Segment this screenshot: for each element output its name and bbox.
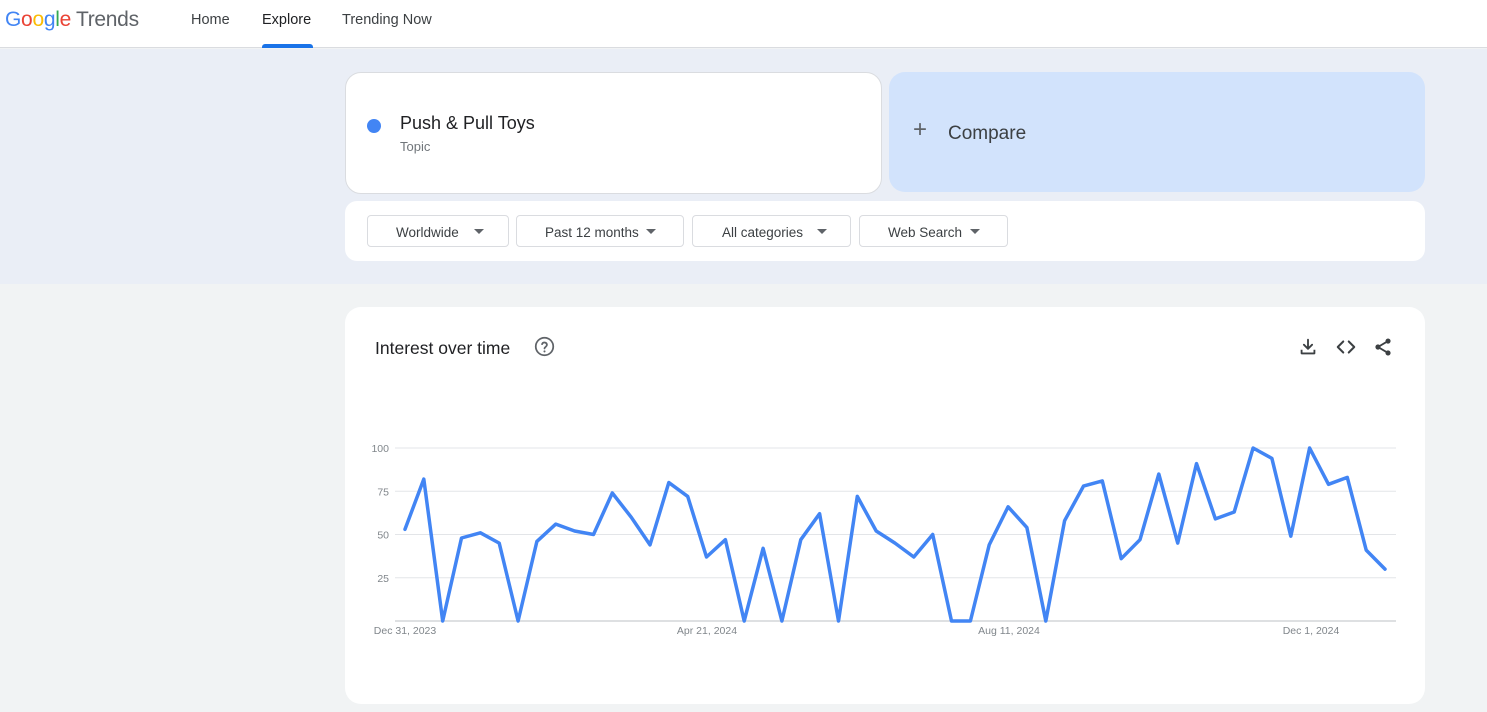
data-point[interactable] bbox=[609, 490, 615, 496]
data-point[interactable] bbox=[1118, 556, 1124, 562]
x-tick-label: Apr 21, 2024 bbox=[677, 625, 737, 637]
caret-down-icon bbox=[970, 229, 980, 234]
data-point[interactable] bbox=[873, 528, 879, 534]
data-point[interactable] bbox=[421, 476, 427, 482]
data-point[interactable] bbox=[892, 540, 898, 546]
search-term-name: Push & Pull Toys bbox=[400, 113, 535, 133]
data-point[interactable] bbox=[1175, 540, 1181, 546]
data-point[interactable] bbox=[402, 526, 408, 532]
x-tick-label: Dec 1, 2024 bbox=[1283, 625, 1340, 637]
data-point[interactable] bbox=[1288, 533, 1294, 539]
logo-letter: G bbox=[5, 8, 22, 31]
data-point[interactable] bbox=[1137, 537, 1143, 543]
google-trends-logo[interactable]: Google Trends bbox=[5, 8, 139, 32]
filter-bar: Worldwide Past 12 months All categories … bbox=[345, 201, 1425, 261]
filter-label: Web Search bbox=[888, 225, 963, 240]
data-point[interactable] bbox=[760, 545, 766, 551]
data-point[interactable] bbox=[1231, 509, 1237, 515]
data-point[interactable] bbox=[666, 480, 672, 486]
data-point[interactable] bbox=[1194, 461, 1200, 467]
data-point[interactable] bbox=[779, 618, 785, 624]
data-point[interactable] bbox=[515, 618, 521, 624]
data-point[interactable] bbox=[798, 537, 804, 543]
caret-down-icon bbox=[646, 229, 656, 234]
data-point[interactable] bbox=[1062, 518, 1068, 524]
data-point[interactable] bbox=[949, 618, 955, 624]
data-point[interactable] bbox=[836, 618, 842, 624]
data-point[interactable] bbox=[986, 542, 992, 548]
data-point[interactable] bbox=[1081, 483, 1087, 489]
nav-trending-now[interactable]: Trending Now bbox=[342, 12, 432, 28]
data-point[interactable] bbox=[477, 530, 483, 536]
data-point[interactable] bbox=[1043, 618, 1049, 624]
data-point[interactable] bbox=[1024, 525, 1030, 531]
interest-line-chart: 100 75 50 25 Dec 31, 2023 Apr 21, 2024 Aug 11,… bbox=[371, 443, 1396, 637]
data-point[interactable] bbox=[1250, 445, 1256, 451]
time-range-filter-dropdown[interactable]: Past 12 months bbox=[516, 215, 684, 247]
data-point[interactable] bbox=[1005, 504, 1011, 510]
data-point[interactable] bbox=[930, 532, 936, 538]
active-tab-indicator bbox=[262, 44, 313, 48]
search-term-card[interactable]: Push & Pull Toys Topic bbox=[345, 72, 882, 194]
filter-label: Past 12 months bbox=[545, 225, 639, 240]
data-point[interactable] bbox=[722, 537, 728, 543]
logo-letter: o bbox=[21, 8, 33, 31]
filter-label: All categories bbox=[722, 225, 804, 240]
data-point[interactable] bbox=[911, 554, 917, 560]
data-point[interactable] bbox=[685, 493, 691, 499]
data-point[interactable] bbox=[572, 528, 578, 534]
logo-letter: e bbox=[59, 8, 72, 31]
logo-product-name: Trends bbox=[75, 8, 139, 31]
data-point[interactable] bbox=[1156, 471, 1162, 477]
data-point[interactable] bbox=[647, 542, 653, 548]
data-point[interactable] bbox=[1382, 566, 1388, 572]
data-point[interactable] bbox=[1099, 478, 1105, 484]
data-point[interactable] bbox=[1344, 474, 1350, 480]
data-point[interactable] bbox=[817, 511, 823, 517]
data-point[interactable] bbox=[534, 538, 540, 544]
x-tick-label: Dec 31, 2023 bbox=[374, 625, 437, 637]
compare-button[interactable]: + Compare bbox=[889, 72, 1425, 192]
nav-explore[interactable]: Explore bbox=[262, 12, 311, 28]
region-filter-dropdown[interactable]: Worldwide bbox=[367, 215, 509, 247]
plus-icon: + bbox=[913, 116, 928, 143]
data-point[interactable] bbox=[628, 514, 634, 520]
data-point[interactable] bbox=[459, 535, 465, 541]
data-point[interactable] bbox=[591, 532, 597, 538]
nav-home[interactable]: Home bbox=[191, 12, 230, 28]
logo-letter: o bbox=[32, 8, 44, 31]
top-app-bar: Google Trends Home Explore Trending Now bbox=[0, 0, 1487, 48]
data-point[interactable] bbox=[1269, 455, 1275, 461]
y-tick-label: 50 bbox=[377, 530, 389, 542]
y-tick-label: 75 bbox=[377, 486, 389, 498]
data-point[interactable] bbox=[1212, 516, 1218, 522]
data-point[interactable] bbox=[1363, 547, 1369, 553]
caret-down-icon bbox=[474, 229, 484, 234]
data-point[interactable] bbox=[854, 493, 860, 499]
interest-over-time-card: Interest over time 100 75 50 25 Dec 31, 2023… bbox=[345, 307, 1425, 704]
y-tick-label: 25 bbox=[377, 573, 389, 585]
data-point[interactable] bbox=[741, 618, 747, 624]
data-point[interactable] bbox=[440, 618, 446, 624]
data-point[interactable] bbox=[496, 540, 502, 546]
compare-label: Compare bbox=[948, 123, 1027, 144]
caret-down-icon bbox=[817, 229, 827, 234]
data-point[interactable] bbox=[1326, 481, 1332, 487]
search-type-filter-dropdown[interactable]: Web Search bbox=[859, 215, 1008, 247]
series-color-dot bbox=[367, 119, 381, 133]
data-point[interactable] bbox=[553, 521, 559, 527]
y-tick-label: 100 bbox=[371, 443, 389, 455]
filter-label: Worldwide bbox=[396, 225, 459, 240]
logo-letter: g bbox=[43, 8, 56, 31]
data-point[interactable] bbox=[967, 618, 973, 624]
data-point[interactable] bbox=[704, 554, 710, 560]
category-filter-dropdown[interactable]: All categories bbox=[692, 215, 851, 247]
search-term-type: Topic bbox=[400, 139, 431, 154]
x-tick-label: Aug 11, 2024 bbox=[978, 625, 1040, 637]
data-point[interactable] bbox=[1307, 445, 1313, 451]
